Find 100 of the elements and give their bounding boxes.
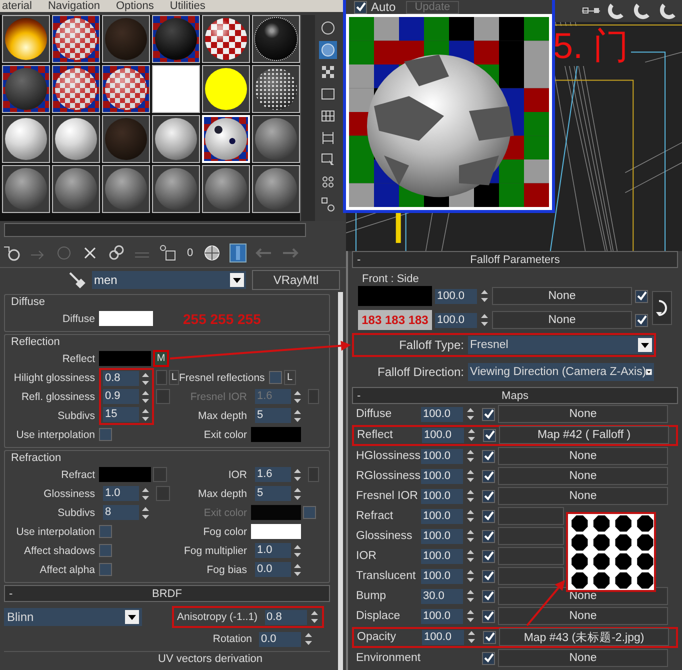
- map-button[interactable]: Map #42 ( Falloff ): [499, 426, 669, 444]
- checkbox[interactable]: [482, 490, 495, 503]
- checkbox[interactable]: [483, 630, 496, 644]
- number-field[interactable]: 8: [103, 505, 139, 520]
- checkbox[interactable]: [482, 550, 495, 563]
- dropdown[interactable]: Fresnel: [468, 336, 654, 354]
- spinner-arrows-icon[interactable]: [141, 504, 150, 520]
- spinner-arrows-icon[interactable]: [467, 427, 476, 444]
- lock-button[interactable]: L: [169, 370, 179, 385]
- number-field[interactable]: 100.0: [421, 468, 463, 484]
- spinner-arrows-icon[interactable]: [480, 312, 489, 328]
- checkbox[interactable]: [483, 428, 496, 442]
- spinner-arrows-icon[interactable]: [466, 528, 475, 544]
- color-swatch[interactable]: [251, 427, 301, 442]
- number-field[interactable]: 5: [255, 408, 291, 423]
- checker-icon[interactable]: [319, 63, 337, 81]
- number-field[interactable]: 100.0: [422, 428, 464, 443]
- checkbox-label[interactable]: Auto: [371, 0, 396, 14]
- checkbox[interactable]: [99, 563, 112, 576]
- material-sample-slot[interactable]: [252, 115, 300, 163]
- checkbox[interactable]: [482, 530, 495, 543]
- color-swatch[interactable]: [99, 351, 151, 366]
- number-field[interactable]: 100.0: [435, 312, 477, 328]
- map-button[interactable]: None: [498, 649, 668, 668]
- rollout-header[interactable]: - Maps: [352, 387, 678, 404]
- color-swatch[interactable]: [251, 524, 301, 539]
- material-id-button[interactable]: 0: [184, 247, 196, 259]
- number-field[interactable]: 100.0: [435, 288, 477, 304]
- menu-item[interactable]: aterial: [2, 0, 32, 12]
- material-sample-slot[interactable]: [152, 115, 200, 163]
- map-button[interactable]: None: [492, 287, 632, 305]
- map-button[interactable]: None: [498, 487, 668, 506]
- checkbox[interactable]: [482, 408, 495, 421]
- number-field[interactable]: 0.0: [259, 632, 301, 646]
- number-field[interactable]: 15: [103, 407, 139, 422]
- material-sample-slot[interactable]: [2, 15, 50, 63]
- spinner-arrows-icon[interactable]: [141, 486, 150, 502]
- map-button[interactable]: None: [498, 447, 668, 466]
- spinner-arrows-icon[interactable]: [480, 288, 489, 304]
- spinner-arrows-icon[interactable]: [466, 608, 475, 624]
- material-sample-slot[interactable]: [252, 165, 300, 213]
- number-field[interactable]: 100.0: [421, 528, 463, 544]
- material-sample-slot[interactable]: [252, 65, 300, 113]
- checkbox[interactable]: [354, 0, 367, 14]
- spinner-arrows-icon[interactable]: [293, 562, 302, 578]
- number-field[interactable]: 0.9: [103, 389, 139, 404]
- swap-icon[interactable]: [652, 291, 672, 325]
- material-sample-slot[interactable]: [102, 15, 150, 63]
- spinner-arrows-icon[interactable]: [467, 629, 476, 646]
- material-sample-slot[interactable]: [52, 15, 100, 63]
- checkbox[interactable]: [482, 652, 495, 665]
- spinner-arrows-icon[interactable]: [466, 448, 475, 464]
- rollout-header[interactable]: - BRDF: [4, 585, 330, 602]
- number-field[interactable]: 100.0: [421, 488, 463, 504]
- number-field[interactable]: 0.8: [264, 610, 307, 624]
- number-field[interactable]: 30.0: [421, 588, 463, 604]
- number-field[interactable]: 5: [255, 486, 291, 501]
- checkbox[interactable]: [268, 371, 282, 384]
- material-sample-slot[interactable]: [52, 165, 100, 213]
- material-sample-slot[interactable]: [102, 165, 150, 213]
- spinner-arrows-icon[interactable]: [293, 486, 302, 502]
- checkbox[interactable]: [482, 570, 495, 583]
- vertical-scrollbar[interactable]: [300, 15, 315, 221]
- spinner-arrows-icon[interactable]: [141, 388, 150, 404]
- spinner-arrows-icon[interactable]: [293, 408, 302, 424]
- material-sample-slot[interactable]: [52, 115, 100, 163]
- menu-item[interactable]: Options: [116, 0, 154, 12]
- material-sample-slot[interactable]: [202, 15, 250, 63]
- checkbox[interactable]: [635, 314, 648, 326]
- checkbox[interactable]: [99, 428, 112, 441]
- vertical-scrollbar[interactable]: [338, 292, 343, 670]
- number-field[interactable]: 100.0: [421, 608, 463, 624]
- checkbox[interactable]: [482, 470, 495, 483]
- checkbox[interactable]: [482, 510, 495, 523]
- backlight-icon[interactable]: [319, 41, 337, 59]
- map-button[interactable]: None: [492, 311, 632, 329]
- map-button[interactable]: M: [153, 350, 169, 367]
- number-field[interactable]: 1.6: [255, 467, 291, 482]
- checkbox[interactable]: [99, 525, 112, 538]
- checkbox[interactable]: [99, 544, 112, 557]
- color-swatch[interactable]: [358, 286, 432, 306]
- number-field[interactable]: 100.0: [421, 568, 463, 584]
- material-sample-slot[interactable]: [202, 65, 250, 113]
- number-field[interactable]: 100.0: [422, 630, 464, 645]
- material-name-field[interactable]: men: [94, 273, 118, 287]
- number-field[interactable]: 100.0: [421, 448, 463, 464]
- checkbox[interactable]: [482, 590, 495, 603]
- color-swatch[interactable]: [99, 467, 151, 482]
- number-field[interactable]: 100.0: [421, 508, 463, 524]
- material-sample-slot[interactable]: [102, 115, 150, 163]
- checkbox[interactable]: [482, 450, 495, 463]
- spinner-arrows-icon[interactable]: [466, 508, 475, 524]
- menu-item[interactable]: Navigation: [48, 0, 100, 12]
- show-end-result-icon[interactable]: [228, 243, 248, 263]
- material-sample-slot[interactable]: [52, 65, 100, 113]
- map-button[interactable]: None: [498, 405, 668, 424]
- dropdown[interactable]: Viewing Direction (Camera Z-Axis): [468, 363, 654, 381]
- spinner-arrows-icon[interactable]: [293, 466, 302, 482]
- spinner-arrows-icon[interactable]: [310, 609, 319, 625]
- horizontal-scrollbar[interactable]: [4, 223, 306, 237]
